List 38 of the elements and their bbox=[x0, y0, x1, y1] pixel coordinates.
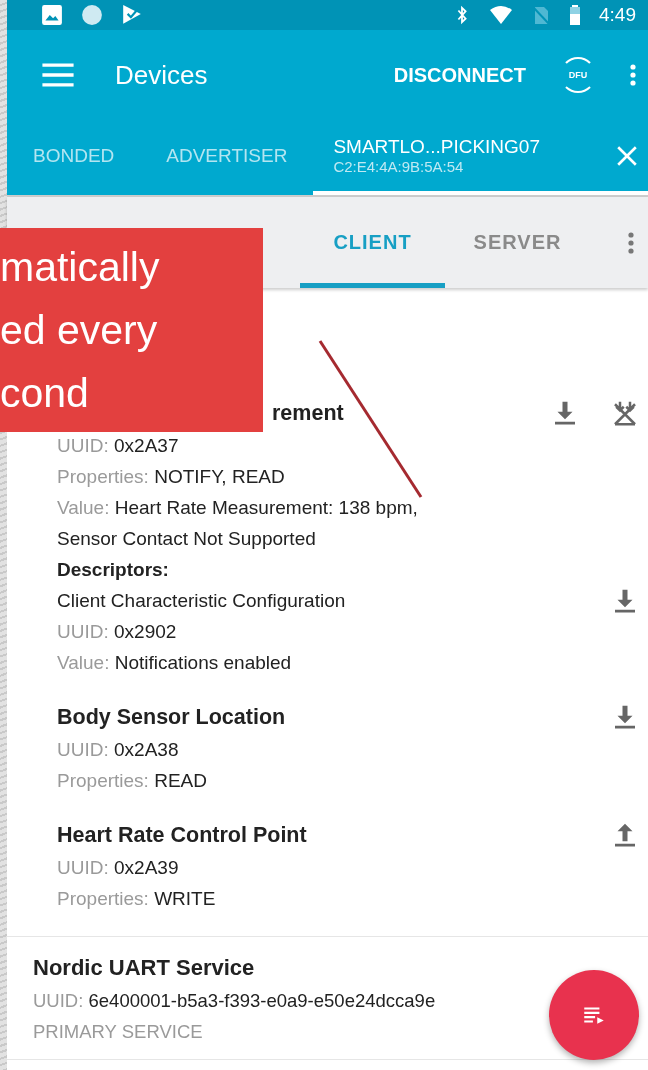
screen-title: Devices bbox=[115, 59, 209, 91]
device-tab[interactable]: BONDED bbox=[7, 120, 141, 195]
characteristic-name: rement bbox=[272, 400, 344, 427]
descriptors-label: Descriptors: bbox=[57, 558, 170, 582]
device-name: SMARTLO...PICKING07 bbox=[333, 136, 540, 158]
view-tab[interactable]: SERVER bbox=[445, 197, 590, 288]
device-address: C2:E4:4A:9B:5A:54 bbox=[333, 158, 465, 175]
log-button[interactable] bbox=[549, 970, 639, 1060]
service-type: PRIMARY SERVICE bbox=[33, 1020, 204, 1044]
wifi-icon bbox=[489, 5, 513, 25]
field-line: UUID: 0x2A39 bbox=[57, 856, 180, 880]
service-name: Nordic UART Service bbox=[33, 954, 256, 982]
field-line: UUID: 0x2A38 bbox=[57, 738, 180, 762]
menu-icon bbox=[41, 62, 75, 88]
battery-icon bbox=[569, 4, 581, 26]
field-line: Properties: READ bbox=[57, 769, 208, 793]
view-tab[interactable]: CLIENT bbox=[300, 197, 445, 288]
more-icon bbox=[630, 63, 636, 87]
field-line: Value: Heart Rate Measurement: 138 bpm, Sensor Contact Not Supported bbox=[57, 496, 419, 551]
service-uuid: UUID: 6e400001-b5a3-f393-e0a9-e50e24dcca9e bbox=[33, 989, 436, 1013]
descriptor-name: Client Characteristic Configuration bbox=[57, 589, 346, 613]
field-line: UUID: 0x2902 bbox=[57, 620, 178, 644]
dfu-button[interactable]: DFU bbox=[560, 57, 596, 93]
close-icon bbox=[616, 144, 638, 167]
field-line: Value: Notifications enabled bbox=[57, 651, 293, 675]
image-icon bbox=[41, 4, 63, 26]
field-line: UUID: 0x2A37 bbox=[57, 434, 180, 458]
characteristic-name: Body Sensor Location bbox=[57, 704, 286, 731]
field-line: Properties: NOTIFY, READ bbox=[57, 465, 286, 489]
field-line: Properties: WRITE bbox=[57, 887, 217, 911]
more-icon bbox=[628, 231, 634, 255]
annotation-callout: matically ed every cond bbox=[0, 228, 263, 432]
device-tab[interactable]: ADVERTISER bbox=[140, 120, 314, 195]
clock-time: 4:49 bbox=[599, 4, 636, 26]
flag-icon bbox=[121, 4, 143, 26]
characteristic-name: Heart Rate Control Point bbox=[57, 822, 307, 849]
circle-icon bbox=[81, 4, 103, 26]
disconnect-button[interactable]: DISCONNECT bbox=[389, 57, 530, 93]
